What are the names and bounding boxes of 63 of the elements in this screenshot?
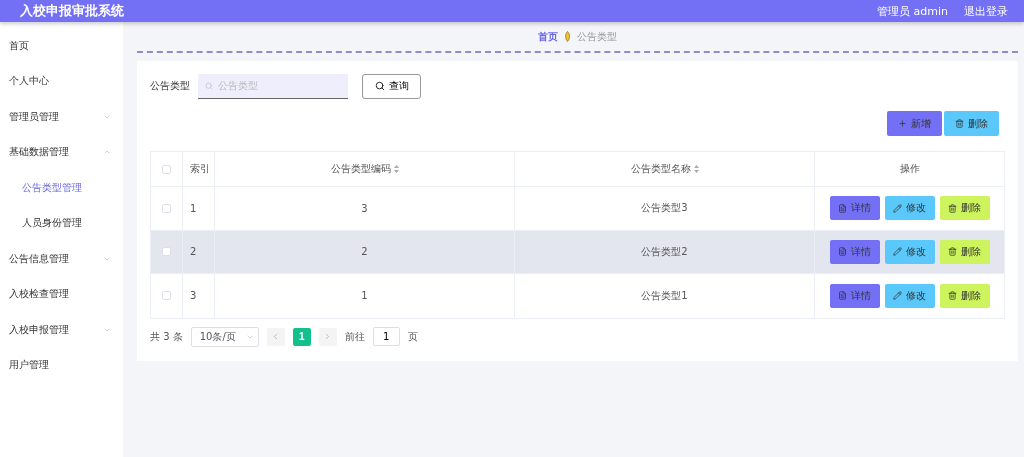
page-size-select[interactable]: 10条/页: [190, 326, 259, 347]
column-header[interactable]: 公告类型编码: [215, 152, 515, 186]
total-count: 共 3 条: [150, 329, 183, 344]
edit-button[interactable]: 修改: [884, 283, 935, 308]
checkbox[interactable]: [162, 164, 171, 174]
search-button[interactable]: 查询: [362, 73, 421, 99]
table-row[interactable]: 1 3 公告类型3 详情 修改 删除: [151, 187, 1004, 231]
delete-button[interactable]: 删除: [939, 196, 990, 221]
delete-button[interactable]: 删除: [939, 239, 990, 264]
logout-link[interactable]: 退出登录: [964, 3, 1008, 19]
sidebar-item[interactable]: 公告信息管理: [0, 241, 123, 277]
table-cell: 1: [215, 274, 515, 318]
breadcrumb-link[interactable]: 首页: [538, 29, 558, 44]
checkbox[interactable]: [162, 291, 171, 301]
delete-button[interactable]: 删除: [939, 283, 990, 308]
sidebar-item[interactable]: 首页: [0, 28, 123, 64]
search-label: 公告类型: [150, 79, 190, 93]
pencil-icon: [893, 203, 902, 213]
edit-button[interactable]: 修改: [884, 239, 935, 264]
trash-icon: [948, 203, 957, 213]
sidebar-item[interactable]: 个人中心: [0, 63, 123, 99]
trash-icon: [955, 119, 964, 128]
trash-icon: [948, 247, 957, 257]
prev-page-button[interactable]: [266, 327, 285, 346]
pencil-icon: [893, 291, 902, 301]
table-cell: 2: [215, 230, 515, 273]
table-cell: 公告类型1: [515, 274, 815, 318]
delete-button[interactable]: 删除: [944, 111, 999, 136]
table-cell: 2: [183, 230, 215, 273]
table-cell: 公告类型2: [515, 230, 815, 273]
column-header: 索引: [183, 152, 215, 186]
leaf-icon: [564, 31, 571, 42]
table-cell: 1: [183, 187, 215, 230]
trash-icon: [948, 291, 957, 301]
sidebar-item[interactable]: 管理员管理: [0, 99, 123, 135]
app-title: 入校申报审批系统: [20, 2, 124, 20]
sidebar-item[interactable]: 用户管理: [0, 347, 123, 383]
user-name: 管理员 admin: [877, 3, 948, 19]
search-icon: [374, 81, 385, 91]
column-header[interactable]: 公告类型名称: [515, 152, 815, 186]
edit-button[interactable]: 修改: [884, 196, 935, 221]
sidebar-item[interactable]: 基础数据管理: [0, 134, 123, 170]
sidebar-item[interactable]: 入校申报管理: [0, 312, 123, 348]
checkbox[interactable]: [162, 203, 171, 213]
table-row[interactable]: 2 2 公告类型2 详情 修改 删除: [151, 230, 1004, 274]
goto-label: 前往: [344, 329, 365, 344]
sidebar-item[interactable]: 人员身份管理: [0, 205, 123, 241]
document-icon: [838, 247, 847, 257]
table-cell: 公告类型3: [515, 187, 815, 230]
pencil-icon: [893, 247, 902, 257]
page-input[interactable]: 1: [372, 327, 400, 346]
checkbox[interactable]: [162, 247, 171, 257]
sidebar-item[interactable]: 公告类型管理: [0, 170, 123, 206]
table-cell: 3: [215, 187, 515, 230]
plus-icon: [898, 119, 907, 128]
column-header: 操作: [898, 162, 921, 176]
sidebar-item[interactable]: 入校检查管理: [0, 276, 123, 312]
document-icon: [838, 203, 847, 213]
table-cell: 3: [183, 274, 215, 318]
page-suffix: 页: [407, 329, 418, 344]
document-icon: [838, 291, 847, 301]
next-page-button[interactable]: [318, 327, 337, 346]
search-icon: [205, 81, 213, 90]
